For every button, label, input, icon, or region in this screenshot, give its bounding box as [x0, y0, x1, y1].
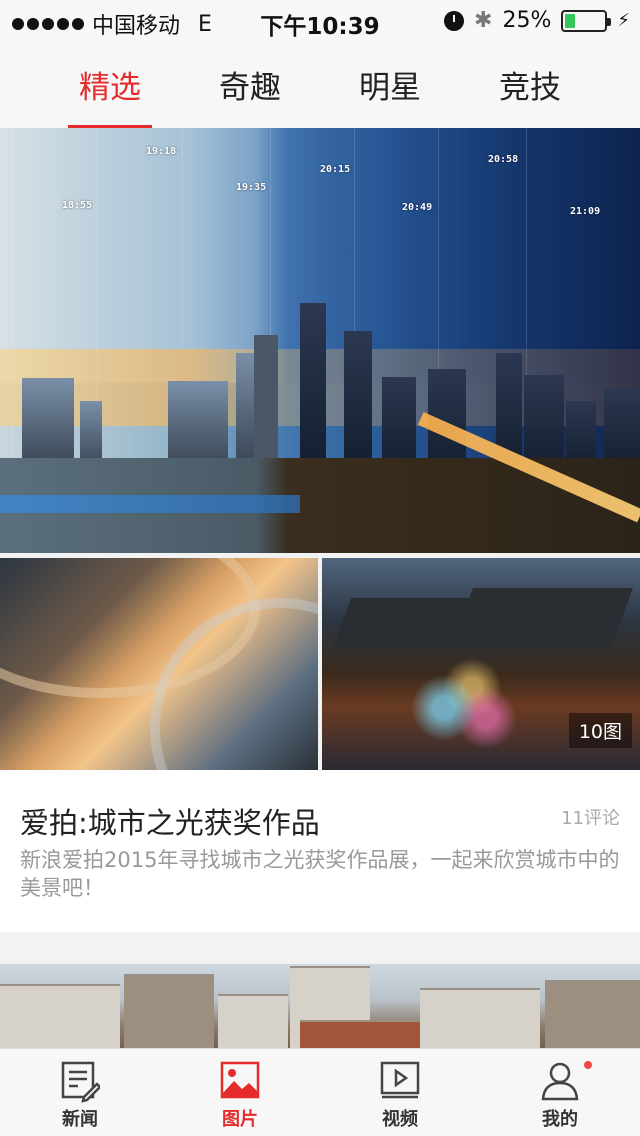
bottom-navigation: 新闻 图片 视频 我的 [0, 1048, 640, 1136]
article-title[interactable]: 爱拍:城市之光获奖作品 [20, 800, 320, 842]
news-icon [60, 1059, 102, 1103]
alarm-icon [444, 10, 465, 31]
bluetooth-icon: ✱ [474, 8, 493, 33]
hero-timestamp: 21:09 [570, 206, 601, 217]
building [545, 980, 640, 1054]
next-article-image[interactable] [0, 964, 640, 1054]
tab-funny[interactable]: 奇趣 [190, 62, 310, 107]
category-tabs: 精选 奇趣 明星 竞技 [0, 40, 640, 128]
nav-label: 视频 [382, 1109, 418, 1130]
building [124, 974, 214, 1054]
nav-label: 图片 [222, 1109, 258, 1130]
video-icon [380, 1059, 420, 1103]
street-lights [402, 658, 542, 758]
comment-count[interactable]: 11评论 [561, 804, 620, 830]
nav-profile[interactable]: 我的 [480, 1059, 640, 1131]
tab-featured[interactable]: 精选 [50, 62, 170, 107]
building [344, 331, 372, 473]
thumbnail-image[interactable]: 10图 [322, 558, 640, 770]
tab-celebrity[interactable]: 明星 [330, 62, 450, 107]
hero-image[interactable]: 18:55 19:18 19:35 20:15 20:49 20:58 21:0… [0, 128, 640, 553]
hero-rail-yard [0, 495, 300, 513]
hero-timestamp: 20:49 [402, 202, 433, 213]
building [254, 335, 278, 473]
article-card[interactable]: 爱拍:城市之光获奖作品 11评论 新浪爱拍2015年寻找城市之光获奖作品展，一起… [0, 770, 640, 932]
hero-timestamp: 19:35 [236, 182, 267, 193]
building [300, 303, 326, 473]
battery-percent: 25% [502, 8, 552, 33]
nav-news[interactable]: 新闻 [0, 1059, 160, 1131]
building [420, 988, 540, 1054]
notification-dot [584, 1061, 592, 1069]
nav-label: 我的 [542, 1109, 578, 1130]
hero-timestamp: 19:18 [146, 146, 177, 157]
image-icon [220, 1059, 260, 1103]
building [0, 984, 120, 1054]
building [218, 994, 288, 1054]
rooftop [451, 588, 633, 648]
nav-video[interactable]: 视频 [320, 1059, 480, 1131]
tab-sports[interactable]: 竞技 [470, 62, 590, 107]
status-bar: 中国移动 E 下午10:39 ✱ 25% ⚡ [0, 0, 640, 40]
photo-count-badge: 10图 [568, 713, 632, 748]
hero-timestamp: 20:15 [320, 164, 351, 175]
rooftop [332, 598, 472, 648]
hero-timestamp: 18:55 [62, 200, 93, 211]
hero-timestamp: 20:58 [488, 154, 519, 165]
battery-fill [565, 13, 575, 28]
nav-images[interactable]: 图片 [160, 1059, 320, 1131]
thumbnail-image[interactable] [0, 558, 318, 770]
status-bar-right: ✱ 25% ⚡ [444, 8, 630, 33]
nav-label: 新闻 [62, 1109, 98, 1130]
profile-icon [540, 1059, 592, 1103]
battery-icon [561, 9, 612, 32]
charging-icon: ⚡ [617, 10, 630, 31]
article-description: 新浪爱拍2015年寻找城市之光获奖作品展，一起来欣赏城市中的美景吧！ [20, 848, 620, 900]
